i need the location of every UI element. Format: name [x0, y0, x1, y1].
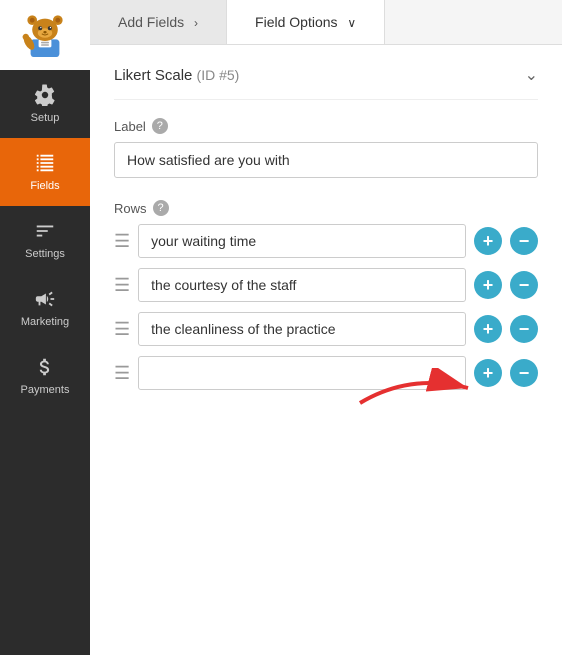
drag-handle-4[interactable]: ☰: [114, 364, 130, 382]
row-item-4: ☰ + −: [114, 356, 538, 390]
fields-icon: [34, 152, 56, 174]
field-id: (ID #5): [197, 67, 240, 83]
tab-add-fields[interactable]: Add Fields ›: [90, 0, 227, 44]
sidebar-item-payments-label: Payments: [21, 384, 70, 396]
settings-icon: [34, 220, 56, 242]
row-add-button-3[interactable]: +: [474, 315, 502, 343]
sidebar-item-payments[interactable]: Payments: [0, 342, 90, 410]
sidebar-item-settings-label: Settings: [25, 248, 65, 260]
bear-logo-icon: [19, 9, 71, 61]
gear-icon: [34, 84, 56, 106]
row-add-button-1[interactable]: +: [474, 227, 502, 255]
sidebar-item-fields-label: Fields: [30, 180, 59, 192]
sidebar-item-settings[interactable]: Settings: [0, 206, 90, 274]
sidebar-item-fields[interactable]: Fields: [0, 138, 90, 206]
row-item-1: ☰ + −: [114, 224, 538, 258]
drag-handle-2[interactable]: ☰: [114, 276, 130, 294]
row-add-button-2[interactable]: +: [474, 271, 502, 299]
row-input-2[interactable]: [138, 268, 466, 302]
sidebar: Setup Fields Settings Marketing Payments: [0, 0, 90, 655]
rows-section-header: Rows ?: [114, 200, 538, 216]
row-input-4[interactable]: [138, 356, 466, 390]
row-add-button-4[interactable]: +: [474, 359, 502, 387]
sidebar-logo: [0, 0, 90, 70]
main-panel: Add Fields › Field Options ∨ Likert Scal…: [90, 0, 562, 655]
row-input-3[interactable]: [138, 312, 466, 346]
row-remove-button-1[interactable]: −: [510, 227, 538, 255]
drag-handle-3[interactable]: ☰: [114, 320, 130, 338]
payments-icon: [34, 356, 56, 378]
add-fields-arrow: ›: [194, 16, 198, 30]
field-options-arrow: ∨: [347, 16, 356, 30]
marketing-icon: [34, 288, 56, 310]
tab-field-options[interactable]: Field Options ∨: [227, 0, 385, 44]
label-section-header: Label ?: [114, 118, 538, 134]
sidebar-item-marketing-label: Marketing: [21, 316, 69, 328]
label-help-icon[interactable]: ?: [152, 118, 168, 134]
row-remove-button-2[interactable]: −: [510, 271, 538, 299]
sidebar-item-setup-label: Setup: [31, 112, 60, 124]
drag-handle-1[interactable]: ☰: [114, 232, 130, 250]
row-input-1[interactable]: [138, 224, 466, 258]
row-remove-button-3[interactable]: −: [510, 315, 538, 343]
rows-help-icon[interactable]: ?: [153, 200, 169, 216]
row-remove-button-4[interactable]: −: [510, 359, 538, 387]
field-title-row: Likert Scale (ID #5) ⌄: [114, 65, 538, 100]
field-title: Likert Scale (ID #5): [114, 67, 239, 84]
label-input[interactable]: [114, 142, 538, 178]
row-item-3: ☰ + −: [114, 312, 538, 346]
sidebar-item-marketing[interactable]: Marketing: [0, 274, 90, 342]
sidebar-item-setup[interactable]: Setup: [0, 70, 90, 138]
row-item-2: ☰ + −: [114, 268, 538, 302]
field-collapse-icon[interactable]: ⌄: [525, 65, 538, 85]
content-area: Likert Scale (ID #5) ⌄ Label ? Rows ? ☰ …: [90, 45, 562, 655]
rows-section: Rows ? ☰ + − ☰ + − ☰ + −: [114, 200, 538, 390]
tabs-bar: Add Fields › Field Options ∨: [90, 0, 562, 45]
